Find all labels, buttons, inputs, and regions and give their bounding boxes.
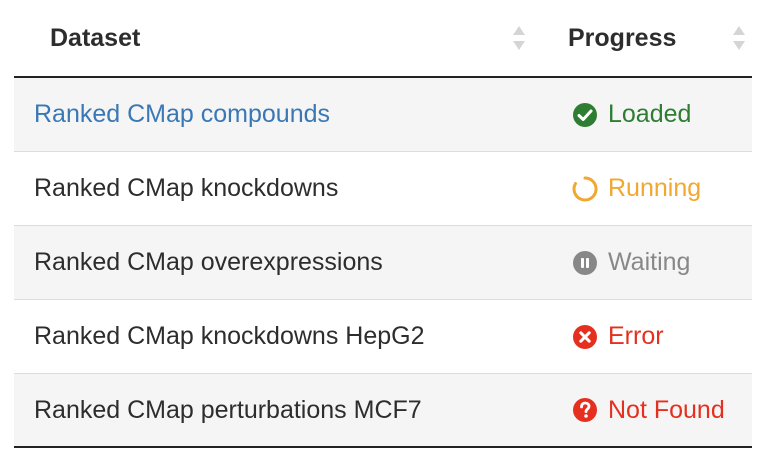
spinner-icon	[572, 176, 598, 201]
dataset-name: Ranked CMap overexpressions	[34, 248, 383, 276]
dataset-cell: Ranked CMap knockdowns	[14, 174, 548, 203]
status-label: Running	[608, 174, 702, 202]
sort-icon[interactable]	[732, 23, 746, 53]
status-badge: Not Found	[548, 396, 752, 425]
dataset-link[interactable]: Ranked CMap compounds	[34, 100, 330, 128]
table-row: Ranked CMap knockdowns Running	[14, 152, 752, 226]
table-row: Ranked CMap overexpressions Waiting	[14, 226, 752, 300]
dataset-column-header[interactable]: Dataset	[14, 0, 548, 76]
status-label: Not Found	[608, 395, 725, 424]
dataset-name: Ranked CMap knockdowns HepG2	[34, 322, 425, 350]
table-row: Ranked CMap knockdowns HepG2 Error	[14, 300, 752, 374]
dataset-cell: Ranked CMap compounds	[14, 100, 548, 129]
dataset-name: Ranked CMap knockdowns	[34, 174, 339, 202]
question-circle-icon	[573, 398, 597, 422]
status-badge: Waiting	[548, 248, 752, 277]
status-badge: Loaded	[548, 100, 752, 129]
dataset-header-label: Dataset	[50, 23, 141, 52]
datasets-table: Dataset Progress Ranked CMap compounds L…	[14, 0, 752, 448]
progress-header-label: Progress	[568, 23, 677, 52]
dataset-name: Ranked CMap perturbations MCF7	[34, 395, 422, 424]
status-badge: Error	[548, 322, 752, 351]
check-circle-icon	[573, 102, 597, 127]
dataset-cell: Ranked CMap overexpressions	[14, 248, 548, 277]
sort-icon[interactable]	[512, 23, 526, 53]
status-badge: Running	[548, 174, 752, 203]
status-label: Loaded	[608, 100, 692, 128]
status-label: Waiting	[608, 248, 691, 276]
dataset-cell: Ranked CMap knockdowns HepG2	[14, 322, 548, 351]
table-row: Ranked CMap perturbations MCF7 Not Found	[14, 374, 752, 448]
status-label: Error	[608, 322, 664, 350]
pause-circle-icon	[573, 250, 597, 275]
table-row: Ranked CMap compounds Loaded	[14, 78, 752, 152]
table-header: Dataset Progress	[14, 0, 752, 78]
dataset-cell: Ranked CMap perturbations MCF7	[14, 396, 548, 425]
progress-column-header[interactable]: Progress	[548, 0, 752, 76]
times-circle-icon	[573, 324, 597, 349]
